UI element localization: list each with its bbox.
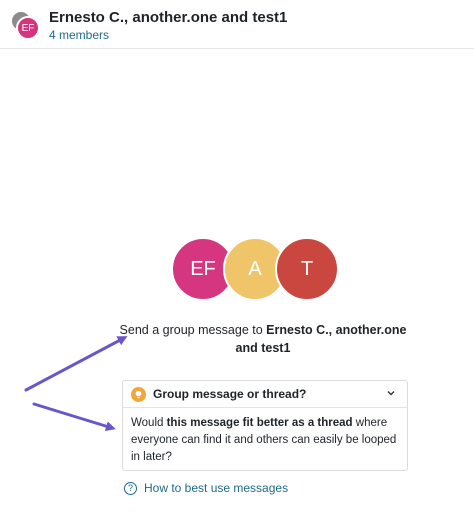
group-message-intro: Send a group message to Ernesto C., anot…	[118, 321, 408, 357]
intro-prefix: Send a group message to	[119, 323, 267, 337]
members-link[interactable]: 4 members	[49, 28, 109, 42]
chevron-down-icon[interactable]	[381, 388, 401, 401]
tip-card-title: Group message or thread?	[153, 387, 307, 401]
help-link-label: How to best use messages	[144, 481, 289, 495]
conversation-header: EF Ernesto C., another.one and test1 4 m…	[0, 0, 474, 49]
tip-card-header[interactable]: Group message or thread?	[123, 381, 407, 408]
tip-card-body: Would this message fit better as a threa…	[123, 408, 407, 473]
annotation-arrow-1	[24, 336, 128, 392]
member-avatar-t: T	[275, 237, 339, 301]
conversation-title[interactable]: Ernesto C., another.one and test1	[49, 9, 287, 26]
group-avatar[interactable]: EF	[10, 10, 40, 40]
member-avatars: EF A T	[171, 237, 341, 303]
help-link[interactable]: ? How to best use messages	[124, 481, 288, 495]
tip-body-prefix: Would	[131, 417, 167, 429]
question-circle-icon: ?	[124, 481, 137, 495]
lightbulb-icon	[131, 386, 146, 402]
tip-body-bold: this message fit better as a thread	[166, 417, 353, 429]
avatar-front: EF	[16, 16, 40, 40]
thread-tip-card: Group message or thread? Would this mess…	[122, 380, 408, 471]
annotation-arrow-2	[32, 402, 116, 432]
